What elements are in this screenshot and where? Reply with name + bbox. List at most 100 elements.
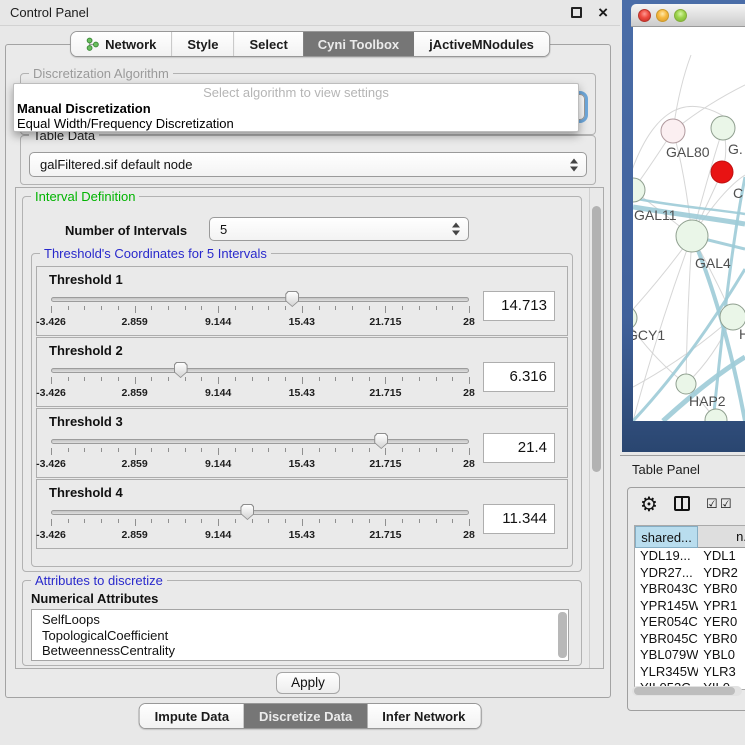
slider-thumb[interactable] [374,433,388,449]
interval-definition-group: Interval Definition Number of Intervals … [22,196,582,572]
slider-thumb[interactable] [285,291,299,307]
tab-network[interactable]: Network [71,32,171,56]
tab-jactivemnodules[interactable]: jActiveMNodules [414,32,549,56]
table-cell[interactable]: YDL1 [698,548,745,565]
threshold-slider[interactable]: -3.4262.8599.14415.4321.71528 [51,360,469,404]
gear-icon[interactable]: ⚙ [640,492,658,517]
bottom-tab-discretize-data[interactable]: Discretize Data [244,704,367,728]
tab-label: Cyni Toolbox [318,37,399,52]
close-icon[interactable]: × [598,0,608,25]
tab-style[interactable]: Style [171,32,233,56]
table-cell[interactable]: YPR1 [698,598,745,615]
checkbox-icon[interactable]: ☑ [720,496,732,512]
table-cell[interactable]: YBR0 [698,581,745,598]
network-node-c[interactable] [711,161,733,183]
slider-thumb[interactable] [174,362,188,378]
checkbox-icon[interactable]: ☑ [706,496,718,512]
float-window-icon[interactable] [571,7,582,18]
table-horizontal-scrollbar[interactable] [632,686,742,696]
threshold-slider[interactable]: -3.4262.8599.14415.4321.71528 [51,431,469,475]
tab-cyni-toolbox[interactable]: Cyni Toolbox [303,32,414,56]
mac-close-button-icon[interactable] [638,9,651,22]
table-toolbar: ⚙ ☑ ☑ [628,488,745,524]
table-cell[interactable]: YER0 [698,614,745,631]
slider-track[interactable] [51,297,469,302]
slider-tick-label: 28 [463,529,475,541]
slider-tick [369,377,370,381]
attribute-item-selfloops[interactable]: SelfLoops [42,612,568,628]
network-node-hap2[interactable] [676,374,696,394]
table-row[interactable]: YER054CYER0 [635,614,745,631]
threshold-panel-threshold-1: Threshold 1-3.4262.8599.14415.4321.71528… [36,266,568,336]
threshold-slider[interactable]: -3.4262.8599.14415.4321.71528 [51,502,469,546]
combo-stepper-icon [452,223,460,236]
mac-minimize-button-icon[interactable] [656,9,669,22]
table-cell[interactable]: YDL19... [635,548,698,565]
network-node-g[interactable] [711,116,735,140]
table-cell[interactable]: YDR2 [698,565,745,582]
slider-tick [268,519,269,523]
table-column-header-1[interactable]: shared... [635,526,698,548]
table-row[interactable]: YBR045CYBR0 [635,631,745,648]
slider-tick [101,377,102,381]
threshold-value-field[interactable]: 11.344 [483,504,555,534]
network-view-window: GAL80G.CGAL11GAL4GCY1HHAP2 [622,0,745,452]
attributes-list-scrollbar[interactable] [558,612,567,658]
tab-select[interactable]: Select [233,32,302,56]
vertical-scrollbar[interactable] [589,188,603,668]
number-of-intervals-combobox[interactable]: 5 [209,217,469,241]
table-row[interactable]: YDL19...YDL1 [635,548,745,565]
table-cell[interactable]: YLR3 [698,664,745,681]
split-columns-icon[interactable] [674,496,690,511]
network-canvas[interactable]: GAL80G.CGAL11GAL4GCY1HHAP2 [633,27,745,421]
table-cell[interactable]: YBR0 [698,631,745,648]
bottom-tab-impute-data[interactable]: Impute Data [140,704,244,728]
slider-tick [436,306,437,310]
network-node-gal4[interactable] [676,220,708,252]
vertical-scrollbar-thumb[interactable] [592,206,601,472]
attribute-item-betweennesscentrality[interactable]: BetweennessCentrality [42,643,568,659]
slider-tick [268,306,269,310]
table-row[interactable]: YBR043CYBR0 [635,581,745,598]
threshold-label: Threshold 2 [49,343,555,360]
table-cell[interactable]: YBR045C [635,631,698,648]
attribute-item-topologicalcoefficient[interactable]: TopologicalCoefficient [42,628,568,644]
table-cell[interactable]: YBL079W [635,647,698,664]
network-node-gal80[interactable] [661,119,685,143]
apply-button[interactable]: Apply [276,672,340,694]
threshold-value-field[interactable]: 6.316 [483,362,555,392]
table-column-header-2[interactable]: n... [698,526,745,548]
slider-track[interactable] [51,368,469,373]
table-hscrollbar-thumb[interactable] [634,687,735,695]
slider-track[interactable] [51,510,469,515]
slider-tick [385,448,386,455]
table-cell[interactable]: YLR345W [635,664,698,681]
slider-tick [252,306,253,310]
table-row[interactable]: YLR345WYLR3 [635,664,745,681]
table-cell[interactable]: YER054C [635,614,698,631]
table-row[interactable]: YBL079WYBL0 [635,647,745,664]
control-panel: Control Panel × Discretization Algorithm… [0,0,620,745]
table-cell[interactable]: YDR27... [635,565,698,582]
table-row[interactable]: YPR145WYPR1 [635,598,745,615]
numerical-attributes-list[interactable]: SelfLoopsTopologicalCoefficientBetweenne… [31,609,569,661]
table-cell[interactable]: YBL0 [698,647,745,664]
slider-tick-label: 28 [463,387,475,399]
slider-tick-label: 15.43 [289,316,315,328]
table-panel-window: ⚙ ☑ ☑ shared...n... YDL19...YDL1YDR27...… [627,487,745,711]
threshold-slider[interactable]: -3.4262.8599.14415.4321.71528 [51,289,469,333]
table-data-combobox[interactable]: galFiltered.sif default node [29,152,587,177]
threshold-value-field[interactable]: 14.713 [483,291,555,321]
mac-zoom-button-icon[interactable] [674,9,687,22]
slider-track[interactable] [51,439,469,444]
slider-tick [469,377,470,384]
table-row[interactable]: YDR27...YDR2 [635,565,745,582]
table-cell[interactable]: YBR043C [635,581,698,598]
threshold-value-field[interactable]: 21.4 [483,433,555,463]
slider-thumb[interactable] [240,504,254,520]
node-table: shared...n... YDL19...YDL1YDR27...YDR2YB… [634,525,745,690]
algorithm-option-manual-discretization[interactable]: Manual Discretization [14,101,578,116]
table-cell[interactable]: YPR145W [635,598,698,615]
algorithm-option-equal-width-frequency-discretization[interactable]: Equal Width/Frequency Discretization [14,116,578,131]
bottom-tab-infer-network[interactable]: Infer Network [367,704,480,728]
